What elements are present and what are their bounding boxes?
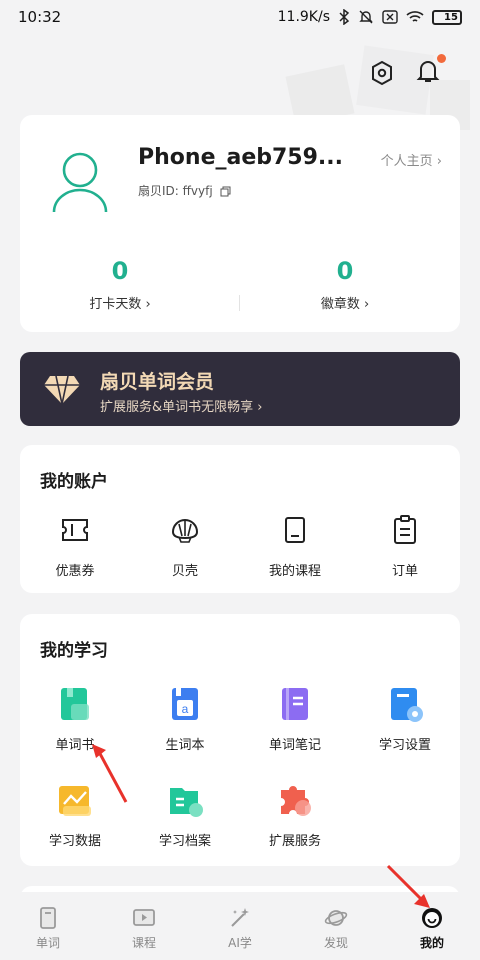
- vip-gem-icon: [44, 375, 80, 405]
- homepage-link[interactable]: 个人主页 ›: [381, 150, 442, 169]
- notification-dot: [437, 54, 446, 63]
- chevron-right-icon: ›: [363, 297, 370, 312]
- vip-title: 扇贝单词会员: [100, 371, 215, 393]
- orders-entry[interactable]: 订单: [350, 510, 460, 579]
- status-time: 10:32: [18, 8, 62, 26]
- copy-icon[interactable]: [220, 186, 231, 197]
- ai-wand-icon: [231, 908, 249, 927]
- wordbook-icon: [61, 688, 89, 720]
- nav-discover[interactable]: 发现: [288, 906, 384, 951]
- bell-icon: [416, 61, 440, 82]
- settings-hexagon-icon[interactable]: [370, 60, 394, 86]
- nav-course[interactable]: 课程: [96, 906, 192, 951]
- annotation-arrow-wordbook: [92, 744, 128, 803]
- battery-indicator: 15: [432, 9, 462, 25]
- chevron-right-icon: ›: [436, 154, 442, 169]
- username[interactable]: Phone_aeb759...: [138, 145, 343, 170]
- planet-icon: [324, 910, 348, 926]
- badges-label: 徽章数: [320, 297, 360, 312]
- nav-me[interactable]: 我的: [384, 906, 480, 951]
- puzzle-icon: [281, 786, 311, 816]
- shell-icon: [171, 519, 199, 543]
- network-speed: 11.9K/s: [277, 9, 330, 25]
- book-icon: [285, 517, 305, 543]
- badges-value: 0: [336, 257, 354, 285]
- study-archive-entry[interactable]: 学习档案: [130, 780, 240, 849]
- study-archive-icon: [170, 788, 203, 817]
- badges-stat[interactable]: 0 徽章数 ›: [265, 257, 425, 312]
- user-id: 扇贝ID: ffvyfj: [138, 182, 231, 199]
- sim-x-icon: [382, 10, 398, 24]
- study-settings-entry[interactable]: 学习设置: [350, 684, 460, 753]
- nav-ai[interactable]: AI学: [192, 906, 288, 951]
- chevron-right-icon: ›: [145, 297, 151, 312]
- vip-banner[interactable]: 扇贝单词会员 扩展服务&单词书无限畅享 ›: [20, 352, 460, 426]
- vocab-notebook-icon: a: [172, 688, 198, 720]
- wifi-icon: [406, 11, 424, 22]
- clipboard-icon: [394, 515, 416, 544]
- account-title: 我的账户: [40, 472, 108, 492]
- my-courses-entry[interactable]: 我的课程: [240, 510, 350, 579]
- vip-subtitle: 扩展服务&单词书无限畅享 ›: [100, 400, 263, 415]
- status-bar: 10:32 11.9K/s 15: [0, 0, 480, 34]
- notification-bell-button[interactable]: [416, 54, 446, 88]
- ticket-icon: [62, 519, 88, 541]
- study-title: 我的学习: [40, 641, 108, 661]
- mute-bell-icon: [359, 10, 373, 24]
- account-card: 我的账户 优惠券 贝壳 我的课程 订单: [20, 445, 460, 593]
- extension-services-entry[interactable]: 扩展服务: [240, 780, 350, 849]
- study-card: 我的学习 单词书 a 生词本 单词笔记 学习设置 学习数据 学习档案 扩展服务: [20, 614, 460, 866]
- bluetooth-icon: [339, 9, 350, 25]
- coupon-entry[interactable]: 优惠券: [20, 510, 130, 579]
- nav-words[interactable]: 单词: [0, 906, 96, 951]
- avatar-icon[interactable]: [50, 150, 110, 214]
- vocab-notebook-entry[interactable]: a 生词本: [130, 684, 240, 753]
- words-icon: [40, 907, 56, 929]
- shell-entry[interactable]: 贝壳: [130, 510, 240, 579]
- word-notes-icon: [282, 688, 308, 720]
- profile-card: Phone_aeb759... 个人主页 › 扇贝ID: ffvyfj 0 打卡…: [20, 115, 460, 332]
- stat-divider: [239, 295, 240, 311]
- svg-text:a: a: [182, 702, 189, 716]
- checkin-days-label: 打卡天数: [89, 297, 142, 312]
- checkin-days-value: 0: [111, 257, 129, 285]
- annotation-arrow-me: [386, 864, 430, 908]
- word-notes-entry[interactable]: 单词笔记: [240, 684, 350, 753]
- course-icon: [133, 909, 155, 926]
- checkin-days-stat[interactable]: 0 打卡天数 ›: [40, 257, 200, 312]
- study-settings-icon: [391, 688, 423, 722]
